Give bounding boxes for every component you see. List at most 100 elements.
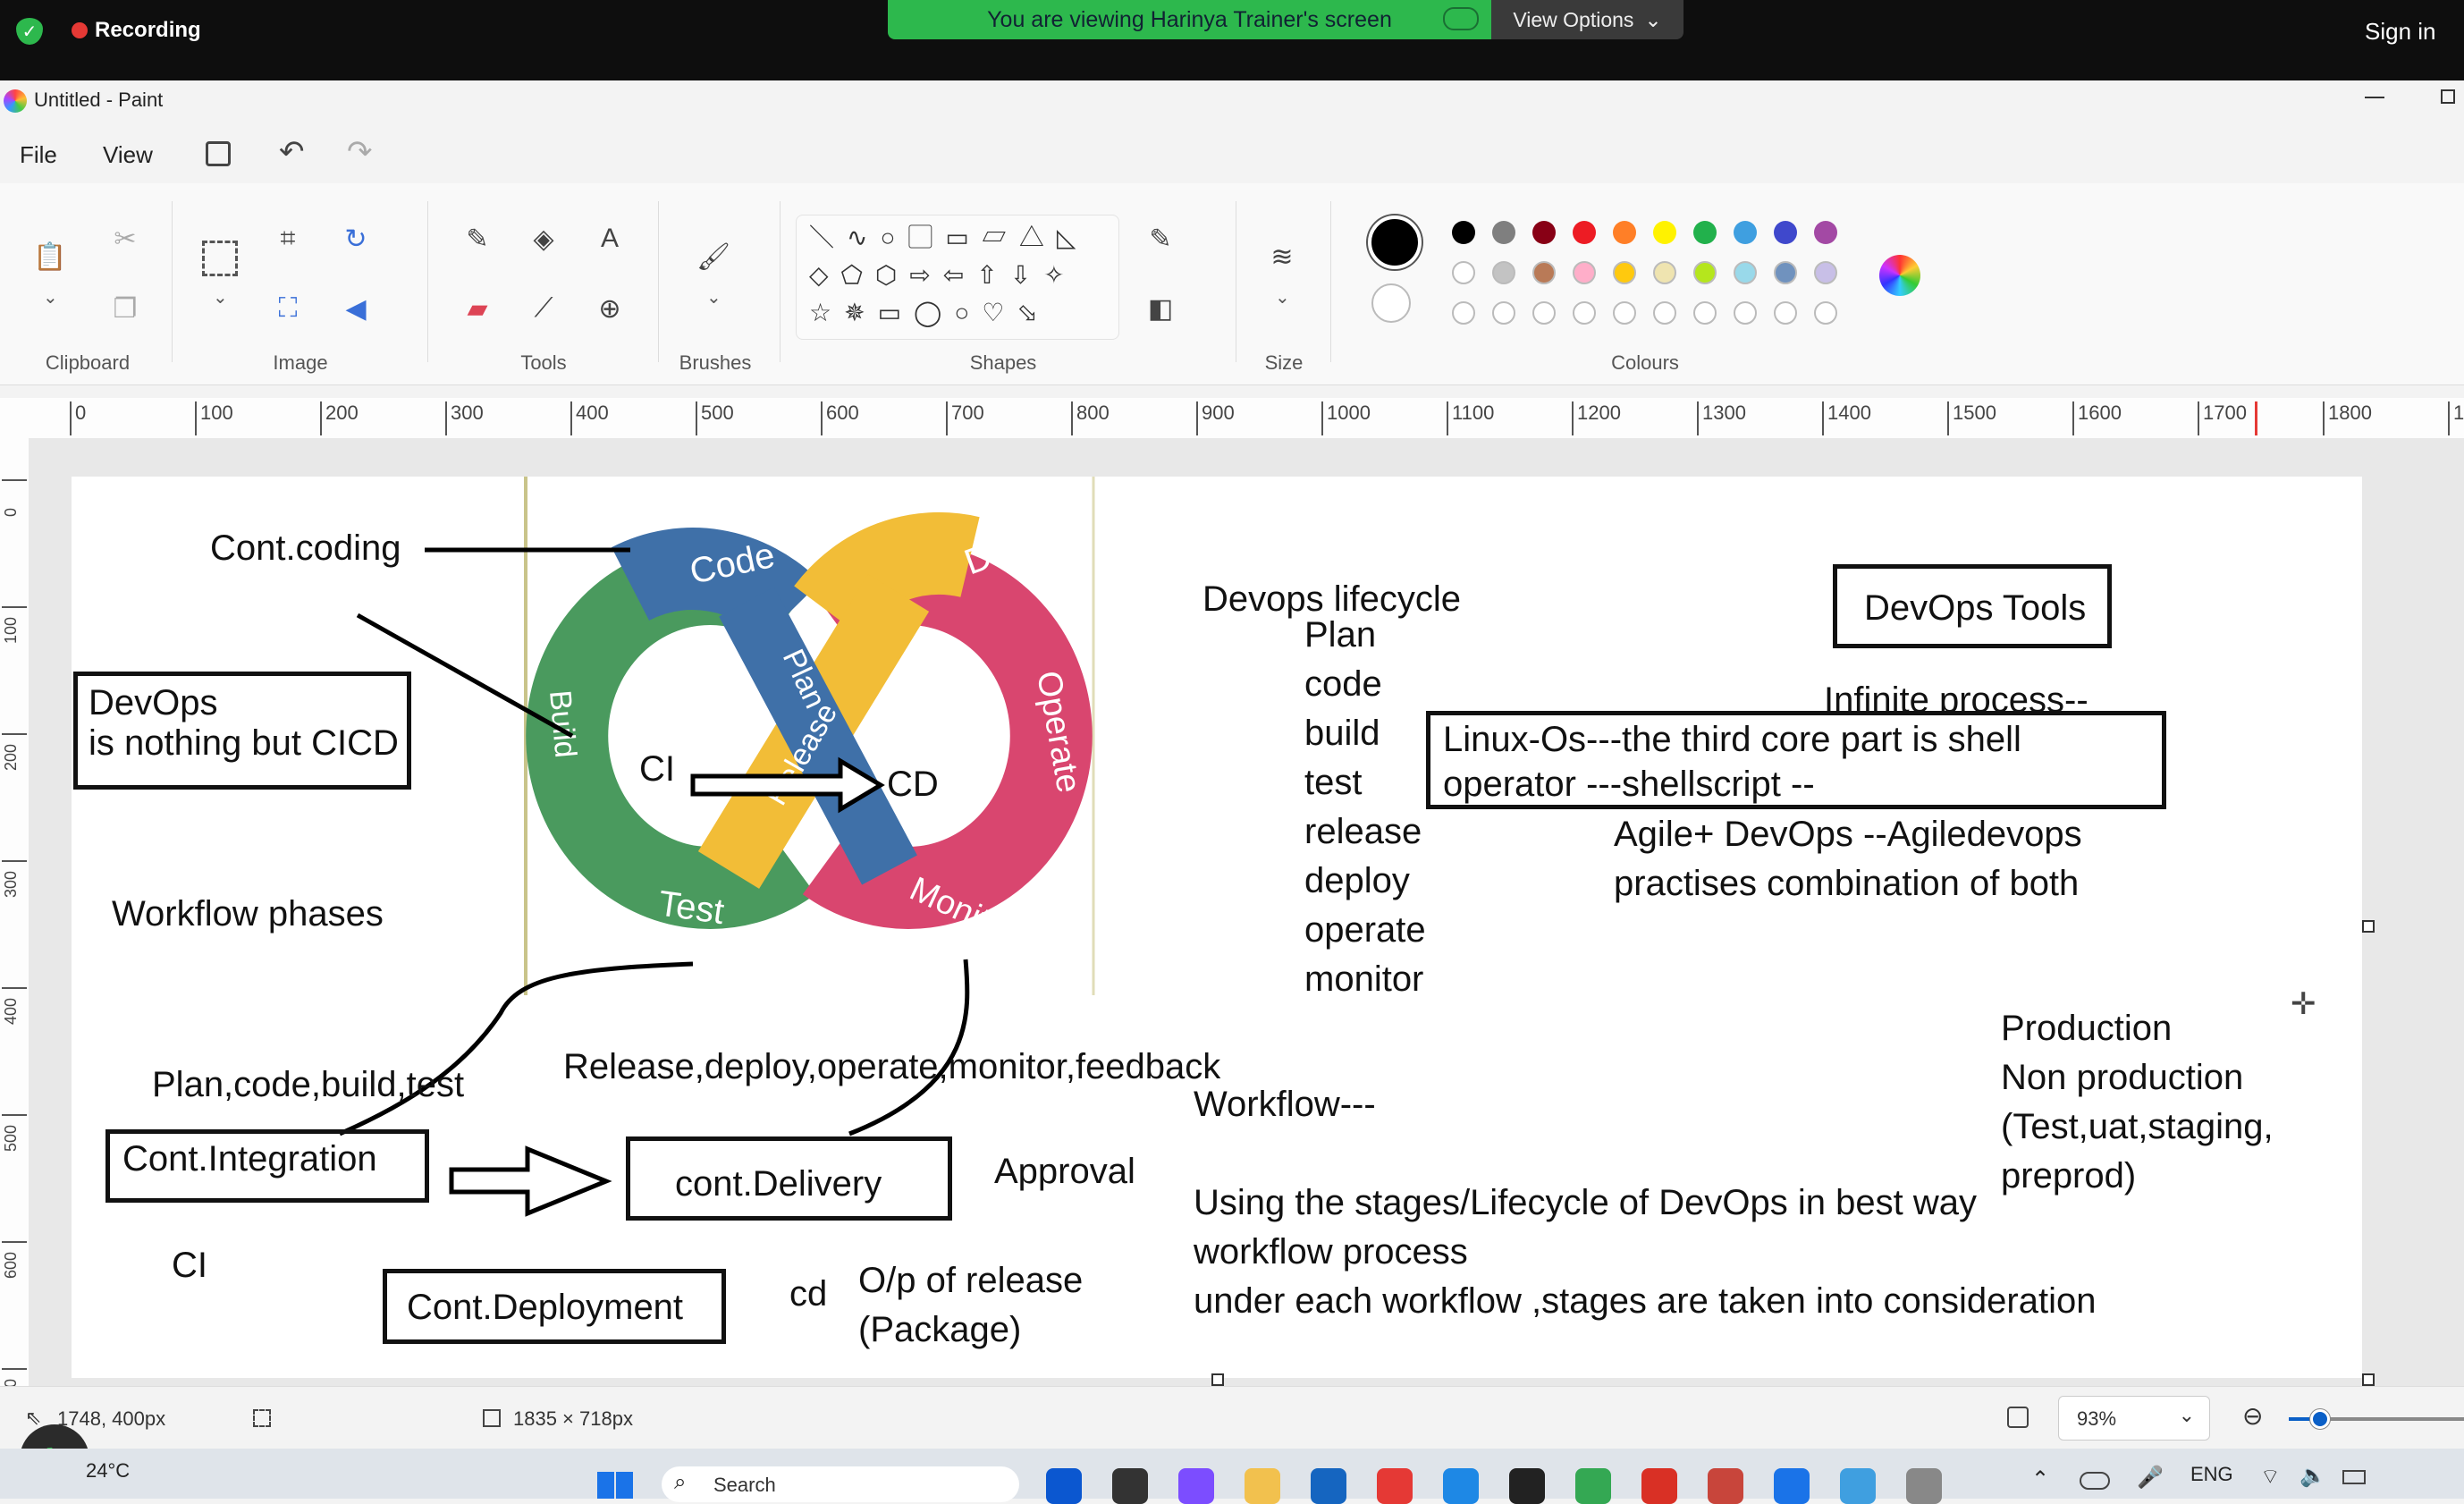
chrome-profile-icon[interactable] (1575, 1468, 1611, 1504)
colour-swatch-empty[interactable] (1734, 301, 1757, 325)
crop-icon[interactable]: ⌗ (268, 219, 308, 258)
text-icon[interactable]: A (590, 219, 629, 258)
undo-icon[interactable]: ↶ (279, 134, 305, 170)
resize-handle-corner[interactable] (2362, 1373, 2375, 1386)
shapes-row-3[interactable]: ☆✵▭◯○♡⬂ (809, 294, 1106, 332)
colour-swatch-empty[interactable] (1492, 301, 1515, 325)
colour-swatch[interactable] (1492, 261, 1515, 284)
restore-button[interactable] (2441, 89, 2455, 104)
select-chevron-icon[interactable]: ⌄ (213, 286, 228, 308)
mic-icon[interactable]: 🎤 (2137, 1465, 2164, 1491)
drawing-canvas[interactable]: Code Plan Build Test Release Deploy Oper… (72, 477, 2375, 1386)
sign-in-button[interactable]: Sign in (2365, 18, 2436, 46)
colour-swatch[interactable] (1573, 261, 1596, 284)
select-icon[interactable] (202, 241, 238, 276)
paste-icon[interactable]: 📋 (30, 237, 70, 276)
view-options-button[interactable]: View Options ⌄ (1491, 0, 1683, 39)
shape-fill-icon[interactable]: ◧ (1141, 289, 1180, 328)
opera-icon[interactable] (1641, 1468, 1677, 1504)
color-picker-icon[interactable]: ⟋ (524, 289, 563, 328)
start-icon[interactable] (597, 1472, 633, 1499)
colour-swatch[interactable] (1734, 261, 1757, 284)
colour-swatch[interactable] (1613, 261, 1636, 284)
teams-icon[interactable] (1178, 1468, 1214, 1504)
pencil-icon[interactable]: ✎ (458, 219, 497, 258)
colour-swatch-empty[interactable] (1693, 301, 1717, 325)
copilot-icon[interactable] (1046, 1468, 1082, 1504)
resize-handle-bottom[interactable] (1211, 1373, 1224, 1386)
explorer-icon[interactable] (1245, 1468, 1280, 1504)
shapes-row-1[interactable]: ＼∿○▢▭▱△◺ (809, 219, 1106, 257)
snipping-icon[interactable] (1906, 1468, 1942, 1504)
zoom-icon[interactable] (1774, 1468, 1810, 1504)
wifi-icon[interactable]: ⌔ (2260, 1463, 2281, 1490)
colour-wheel-icon[interactable] (1879, 255, 1920, 296)
colour-swatch[interactable] (1693, 261, 1717, 284)
fit-window-icon[interactable] (2007, 1407, 2029, 1428)
copy-icon[interactable]: ❐ (105, 289, 145, 328)
colour-swatch[interactable] (1532, 261, 1556, 284)
save-icon[interactable] (206, 141, 231, 166)
colour-swatch[interactable] (1532, 221, 1556, 244)
colour-swatch-empty[interactable] (1653, 301, 1676, 325)
chrome-icon[interactable] (1377, 1468, 1413, 1504)
zoom-slider-thumb[interactable] (2310, 1409, 2330, 1429)
colour-swatch-empty[interactable] (1452, 301, 1475, 325)
search-box[interactable]: ⌕ Search (662, 1466, 1019, 1502)
language-indicator[interactable]: ENG (2190, 1463, 2233, 1486)
colour-swatch-empty[interactable] (1613, 301, 1636, 325)
menu-view[interactable]: View (103, 141, 153, 169)
resize-handle-right[interactable] (2362, 920, 2375, 933)
outline-icon[interactable]: ✎ (1141, 219, 1180, 258)
shapes-gallery[interactable]: ＼∿○▢▭▱△◺ ◇⬠⬡⇨⇦⇧⇩✧ ☆✵▭◯○♡⬂ (796, 215, 1119, 340)
colour-swatch[interactable] (1452, 221, 1475, 244)
colour-swatch[interactable] (1452, 261, 1475, 284)
eraser-icon[interactable]: ▰ (458, 289, 497, 328)
colour-swatch[interactable] (1814, 261, 1837, 284)
zoom-out-icon[interactable]: ⊖ (2242, 1401, 2263, 1431)
onedrive-icon[interactable] (2080, 1472, 2110, 1490)
colour-swatch[interactable] (1814, 221, 1837, 244)
paste-chevron-icon[interactable]: ⌄ (43, 286, 58, 308)
colour-swatch-empty[interactable] (1532, 301, 1556, 325)
notepad-icon[interactable] (1443, 1468, 1479, 1504)
obs-icon[interactable] (1509, 1468, 1545, 1504)
rotate-icon[interactable]: ↻ (336, 219, 376, 258)
zoom-slider[interactable] (2289, 1409, 2464, 1429)
magnifier-icon[interactable]: ⊕ (590, 289, 629, 328)
colour-swatch[interactable] (1774, 221, 1797, 244)
size-icon[interactable]: ≋ (1262, 237, 1302, 276)
powerpoint-icon[interactable] (1708, 1468, 1743, 1504)
redo-icon[interactable]: ↷ (347, 134, 373, 170)
taskview-icon[interactable] (1112, 1468, 1148, 1504)
cut-icon[interactable]: ✂ (105, 219, 145, 258)
flip-icon[interactable]: ◀ (336, 289, 376, 328)
colour-swatch-empty[interactable] (1814, 301, 1837, 325)
colour-swatch[interactable] (1653, 221, 1676, 244)
colour-swatch[interactable] (1573, 221, 1596, 244)
secondary-colour[interactable] (1371, 283, 1411, 323)
colour-swatch[interactable] (1774, 261, 1797, 284)
shapes-row-2[interactable]: ◇⬠⬡⇨⇦⇧⇩✧ (809, 257, 1106, 294)
minimize-button[interactable] (2365, 97, 2384, 98)
fill-icon[interactable]: ◈ (524, 219, 563, 258)
menu-file[interactable]: File (20, 141, 57, 169)
colour-swatch[interactable] (1653, 261, 1676, 284)
primary-colour[interactable] (1368, 215, 1422, 269)
colour-swatch-empty[interactable] (1573, 301, 1596, 325)
colour-swatch[interactable] (1492, 221, 1515, 244)
tray-chevron-icon[interactable]: ⌃ (2031, 1466, 2049, 1492)
volume-icon[interactable]: 🔈 (2299, 1463, 2326, 1489)
colour-swatch[interactable] (1693, 221, 1717, 244)
colour-swatch-empty[interactable] (1774, 301, 1797, 325)
edge-icon[interactable] (1311, 1468, 1346, 1504)
size-chevron-icon[interactable]: ⌄ (1275, 286, 1290, 308)
brush-chevron-icon[interactable]: ⌄ (706, 286, 721, 308)
brush-icon[interactable]: 🖌 (694, 237, 733, 276)
zoom-select[interactable]: 93% ⌄ (2058, 1396, 2210, 1441)
colour-swatch[interactable] (1734, 221, 1757, 244)
paint-icon[interactable] (1840, 1468, 1876, 1504)
colour-swatch[interactable] (1613, 221, 1636, 244)
battery-icon[interactable] (2342, 1470, 2366, 1484)
resize-icon[interactable]: ⛶ (268, 289, 308, 328)
